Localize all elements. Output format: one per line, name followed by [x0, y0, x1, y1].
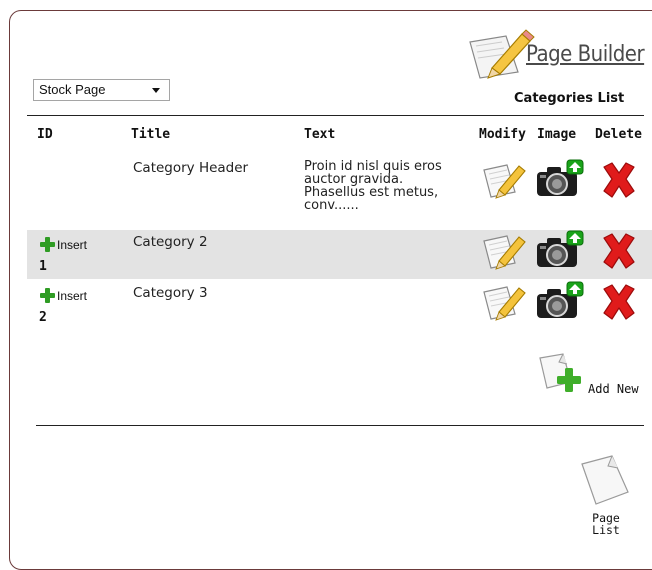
delete-button[interactable]	[598, 283, 640, 327]
red-x-icon	[603, 162, 635, 198]
modify-button[interactable]	[481, 160, 527, 204]
page-icon	[581, 455, 629, 505]
section-title: Categories List	[514, 91, 625, 106]
row-id: 1	[39, 259, 47, 274]
page-builder-logo[interactable]: Page Builder	[466, 28, 646, 80]
image-upload-button[interactable]	[535, 280, 585, 326]
divider-bottom	[36, 425, 644, 426]
divider-top	[27, 115, 644, 116]
page-list-button[interactable]	[578, 452, 634, 512]
col-header-title: Title	[131, 127, 171, 142]
col-header-image: Image	[537, 127, 577, 142]
row-title: Category Header	[133, 160, 249, 176]
col-header-id: ID	[37, 127, 53, 142]
delete-button[interactable]	[598, 161, 640, 205]
page-list-label[interactable]: Page List	[589, 512, 623, 536]
page-pencil-icon	[483, 235, 526, 270]
red-x-icon	[603, 284, 635, 320]
insert-button[interactable]: Insert	[40, 288, 87, 303]
camera-upload-icon	[537, 230, 584, 267]
image-upload-button[interactable]	[535, 229, 585, 275]
image-upload-button[interactable]	[535, 158, 585, 204]
plus-icon	[40, 288, 55, 303]
modify-button[interactable]	[481, 231, 527, 275]
chevron-down-icon	[152, 88, 160, 93]
page-select-value: Stock Page	[39, 82, 106, 97]
row-title: Category 3	[133, 285, 208, 301]
page-add-icon	[539, 353, 581, 392]
delete-button[interactable]	[598, 232, 640, 276]
insert-button[interactable]: Insert	[40, 237, 87, 252]
camera-upload-icon	[537, 281, 584, 318]
logo-text: Page Builder	[526, 42, 645, 67]
row-text: Proin id nisl quis eros auctor gravida. …	[304, 159, 442, 213]
col-header-delete: Delete	[595, 127, 642, 142]
camera-upload-icon	[537, 159, 584, 196]
page-select[interactable]: Stock Page	[33, 79, 170, 101]
plus-icon	[40, 237, 55, 252]
col-header-modify: Modify	[479, 127, 526, 142]
row-title: Category 2	[133, 234, 208, 250]
page-pencil-icon	[483, 286, 526, 321]
col-header-text: Text	[304, 127, 336, 142]
modify-button[interactable]	[481, 282, 527, 326]
row-id: 2	[39, 310, 47, 325]
add-new-label[interactable]: Add New	[588, 382, 639, 396]
page-pencil-icon	[483, 164, 526, 199]
add-new-button[interactable]	[537, 352, 585, 398]
red-x-icon	[603, 233, 635, 269]
